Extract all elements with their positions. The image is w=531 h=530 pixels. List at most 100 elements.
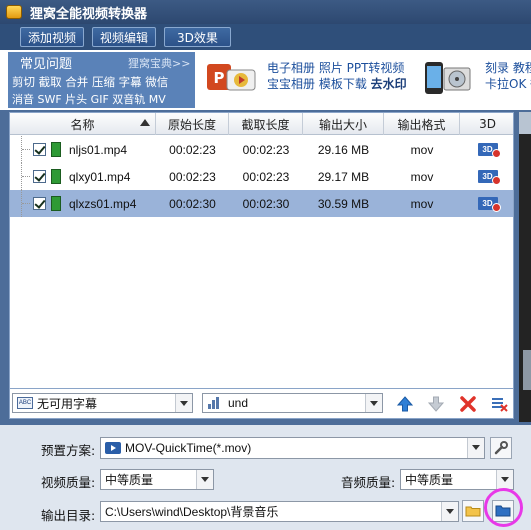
browse-folder-button[interactable] <box>462 500 484 522</box>
audio-quality-value: 中等质量 <box>405 473 454 487</box>
app-logo-icon <box>6 5 22 19</box>
file-name: qlxzs01.mp4 <box>69 196 137 211</box>
promo-right-row-2[interactable]: 卡拉OK 微 <box>485 76 531 92</box>
cell-3d: 3D <box>460 190 513 217</box>
preview-toolbar-strip <box>519 112 531 134</box>
promo-links-right: 刻录 教程 卡拉OK 微 <box>485 60 531 92</box>
preset-settings-button[interactable] <box>490 437 512 459</box>
faq-title: 常见问题 <box>20 57 73 72</box>
column-name-label: 名称 <box>70 117 95 132</box>
preset-label: 预置方案: <box>41 443 96 458</box>
subtitle-select-value: 无可用字幕 <box>37 396 98 411</box>
add-video-button[interactable]: 添加视频 <box>20 27 85 47</box>
cell-output-size: 29.17 MB <box>317 169 370 184</box>
sort-asc-icon <box>140 119 150 126</box>
edit-video-button[interactable]: 视频编辑 <box>92 27 157 47</box>
app-title: 狸窝全能视频转换器 <box>30 6 148 22</box>
cell-cut-length: 00:02:23 <box>242 142 290 157</box>
file-list-header: 名称 原始长度 截取长度 输出大小 输出格式 3D <box>10 113 513 135</box>
3d-effect-button[interactable]: 3D效果 <box>164 27 231 47</box>
3d-settings-icon[interactable]: 3D <box>477 170 501 185</box>
cell-3d: 3D <box>460 136 513 163</box>
table-row-selected[interactable]: qlxzs01.mp4 00:02:30 00:02:30 30.59 MB m… <box>10 190 513 217</box>
column-header-cut-length[interactable]: 截取长度 <box>229 113 303 135</box>
cell-output-format: mov <box>410 196 434 211</box>
clear-list-icon[interactable] <box>490 395 508 413</box>
promo-link-row-2[interactable]: 宝宝相册 模板下载 去水印 <box>267 76 407 92</box>
quicktime-format-icon <box>105 442 121 454</box>
wrench-icon <box>494 441 508 455</box>
cell-name: qlxzs01.mp4 <box>10 190 156 217</box>
cell-name: qlxy01.mp4 <box>10 163 156 190</box>
column-header-3d[interactable]: 3D <box>460 113 513 135</box>
promo-link-row-1[interactable]: 电子相册 照片 PPT转视频 <box>267 60 407 76</box>
table-row[interactable]: nljs01.mp4 00:02:23 00:02:23 29.16 MB mo… <box>10 136 513 163</box>
subtitle-select[interactable]: ABC 无可用字幕 <box>12 393 193 413</box>
column-header-name[interactable]: 名称 <box>10 113 156 135</box>
video-quality-select[interactable]: 中等质量 <box>100 469 214 490</box>
cell-cut-length: 00:02:30 <box>242 196 290 211</box>
3d-settings-icon[interactable]: 3D <box>477 197 501 212</box>
file-name: qlxy01.mp4 <box>69 169 131 184</box>
chevron-down-icon[interactable] <box>441 502 458 521</box>
faq-links-row-1[interactable]: 剪切 截取 合并 压缩 字幕 微信 <box>12 74 168 90</box>
chevron-down-icon[interactable] <box>365 394 382 412</box>
title-bar: 狸窝全能视频转换器 <box>0 0 531 24</box>
main-toolbar: 添加视频 视频编辑 3D效果 <box>0 24 531 50</box>
cell-3d: 3D <box>460 163 513 190</box>
phone-dvd-icon[interactable] <box>422 60 474 96</box>
audio-track-icon <box>208 397 222 409</box>
subtitle-icon: ABC <box>17 397 33 409</box>
faq-links-row-2[interactable]: 消音 SWF 片头 GIF 双音轨 MV <box>12 91 166 107</box>
svg-text:P: P <box>214 69 225 87</box>
promo-links: 电子相册 照片 PPT转视频 宝宝相册 模板下载 去水印 <box>267 60 407 92</box>
video-file-icon <box>51 196 61 211</box>
preview-scroll-thumb[interactable] <box>523 350 531 390</box>
chevron-down-icon[interactable] <box>467 438 484 458</box>
row-checkbox[interactable] <box>33 197 46 210</box>
highlight-circle <box>484 488 523 527</box>
faq-panel: 常见问题 狸窝宝典>> 剪切 截取 合并 压缩 字幕 微信 消音 SWF 片头 … <box>8 52 195 108</box>
output-dir-label: 输出目录: <box>41 508 96 523</box>
chevron-down-icon[interactable] <box>496 470 513 489</box>
remove-watermark-link[interactable]: 去水印 <box>371 77 407 91</box>
chevron-down-icon[interactable] <box>196 470 213 489</box>
cell-output-size: 30.59 MB <box>317 196 370 211</box>
column-header-output-size[interactable]: 输出大小 <box>303 113 384 135</box>
file-list: 名称 原始长度 截取长度 输出大小 输出格式 3D nljs01.mp4 00:… <box>9 112 514 389</box>
column-header-output-format[interactable]: 输出格式 <box>384 113 460 135</box>
ppt-to-video-icon[interactable]: P <box>205 60 257 94</box>
output-dir-select[interactable]: C:\Users\wind\Desktop\背景音乐 <box>100 501 459 522</box>
video-quality-label: 视频质量: <box>41 475 96 490</box>
promo-link-text[interactable]: 宝宝相册 模板下载 <box>267 77 371 91</box>
cell-output-size: 29.16 MB <box>317 142 370 157</box>
preset-select-value: MOV-QuickTime(*.mov) <box>125 441 252 455</box>
cell-orig-length: 00:02:23 <box>169 169 216 184</box>
chevron-down-icon[interactable] <box>175 394 192 412</box>
tree-connector <box>21 190 33 217</box>
audio-track-select-value: und <box>228 396 249 410</box>
cell-cut-length: 00:02:23 <box>242 169 290 184</box>
promo-right-row-1[interactable]: 刻录 教程 <box>485 60 531 76</box>
faq-more-link[interactable]: 狸窝宝典>> <box>128 55 190 71</box>
cell-output-format: mov <box>410 142 434 157</box>
preset-select[interactable]: MOV-QuickTime(*.mov) <box>100 437 485 459</box>
folder-open-icon <box>465 506 481 517</box>
move-down-icon[interactable] <box>427 395 445 413</box>
tree-connector <box>21 163 33 190</box>
move-up-icon[interactable] <box>396 395 414 413</box>
cell-name: nljs01.mp4 <box>10 136 156 163</box>
cell-orig-length: 00:02:23 <box>169 142 216 157</box>
row-checkbox[interactable] <box>33 170 46 183</box>
3d-settings-icon[interactable]: 3D <box>477 143 501 158</box>
video-file-icon <box>51 169 61 184</box>
table-row[interactable]: qlxy01.mp4 00:02:23 00:02:23 29.17 MB mo… <box>10 163 513 190</box>
audio-quality-select[interactable]: 中等质量 <box>400 469 514 490</box>
column-header-orig-length[interactable]: 原始长度 <box>156 113 229 135</box>
output-dir-value: C:\Users\wind\Desktop\背景音乐 <box>105 505 279 519</box>
delete-icon[interactable] <box>459 395 477 413</box>
audio-quality-label: 音频质量: <box>341 475 396 490</box>
video-quality-value: 中等质量 <box>105 473 154 487</box>
audio-track-select[interactable]: und <box>202 393 383 413</box>
row-checkbox[interactable] <box>33 143 46 156</box>
